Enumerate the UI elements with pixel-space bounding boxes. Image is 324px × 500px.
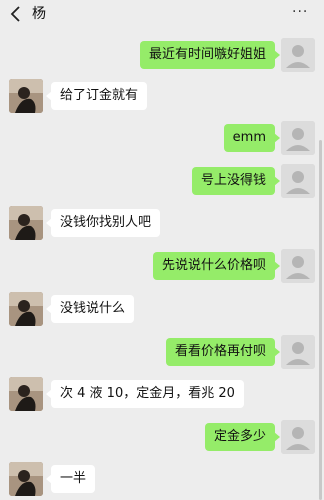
self-avatar[interactable] [281, 249, 315, 283]
chevron-left-icon[interactable] [8, 5, 24, 23]
contact-avatar[interactable] [9, 377, 43, 411]
contact-photo-icon [9, 292, 43, 326]
message-bubble-in[interactable]: 没钱说什么 [45, 295, 135, 323]
message-bubble-out[interactable]: 先说说什么价格呗 [152, 252, 281, 280]
default-avatar-icon [281, 38, 315, 72]
message-bubble-out[interactable]: 看看价格再付呗 [165, 338, 281, 366]
contact-avatar[interactable] [9, 206, 43, 240]
default-avatar-icon [281, 249, 315, 283]
chat-title: 杨 [32, 6, 46, 22]
message-bubble-out[interactable]: 最近有时间嗾好姐姐 [139, 41, 281, 69]
self-avatar[interactable] [281, 38, 315, 72]
message-bubble-in[interactable]: 一半 [45, 465, 96, 493]
message-bubble-in[interactable]: 没钱你找别人吧 [45, 209, 161, 237]
message-bubble-in[interactable]: 次 4 液 10，定金月，看兆 20 [46, 380, 244, 408]
default-avatar-icon [281, 121, 315, 155]
self-avatar[interactable] [281, 121, 315, 155]
self-avatar[interactable] [281, 420, 315, 454]
more-dots-icon[interactable]: ··· [292, 4, 310, 24]
contact-avatar[interactable] [9, 292, 43, 326]
scrollbar[interactable] [319, 140, 322, 500]
default-avatar-icon [281, 164, 315, 198]
contact-avatar[interactable] [9, 462, 43, 496]
message-bubble-out[interactable]: 定金多少 [204, 423, 281, 451]
self-avatar[interactable] [281, 164, 315, 198]
contact-photo-icon [9, 377, 43, 411]
message-bubble-out[interactable]: emm [223, 124, 281, 152]
contact-photo-icon [9, 79, 43, 113]
default-avatar-icon [281, 335, 315, 369]
contact-photo-icon [9, 462, 43, 496]
default-avatar-icon [281, 420, 315, 454]
message-bubble-out[interactable]: 号上没得钱 [191, 167, 281, 195]
self-avatar[interactable] [281, 335, 315, 369]
contact-photo-icon [9, 206, 43, 240]
chat-header: 杨 ··· [0, 0, 324, 28]
contact-avatar[interactable] [9, 79, 43, 113]
message-bubble-in[interactable]: 给了订金就有 [45, 82, 148, 110]
